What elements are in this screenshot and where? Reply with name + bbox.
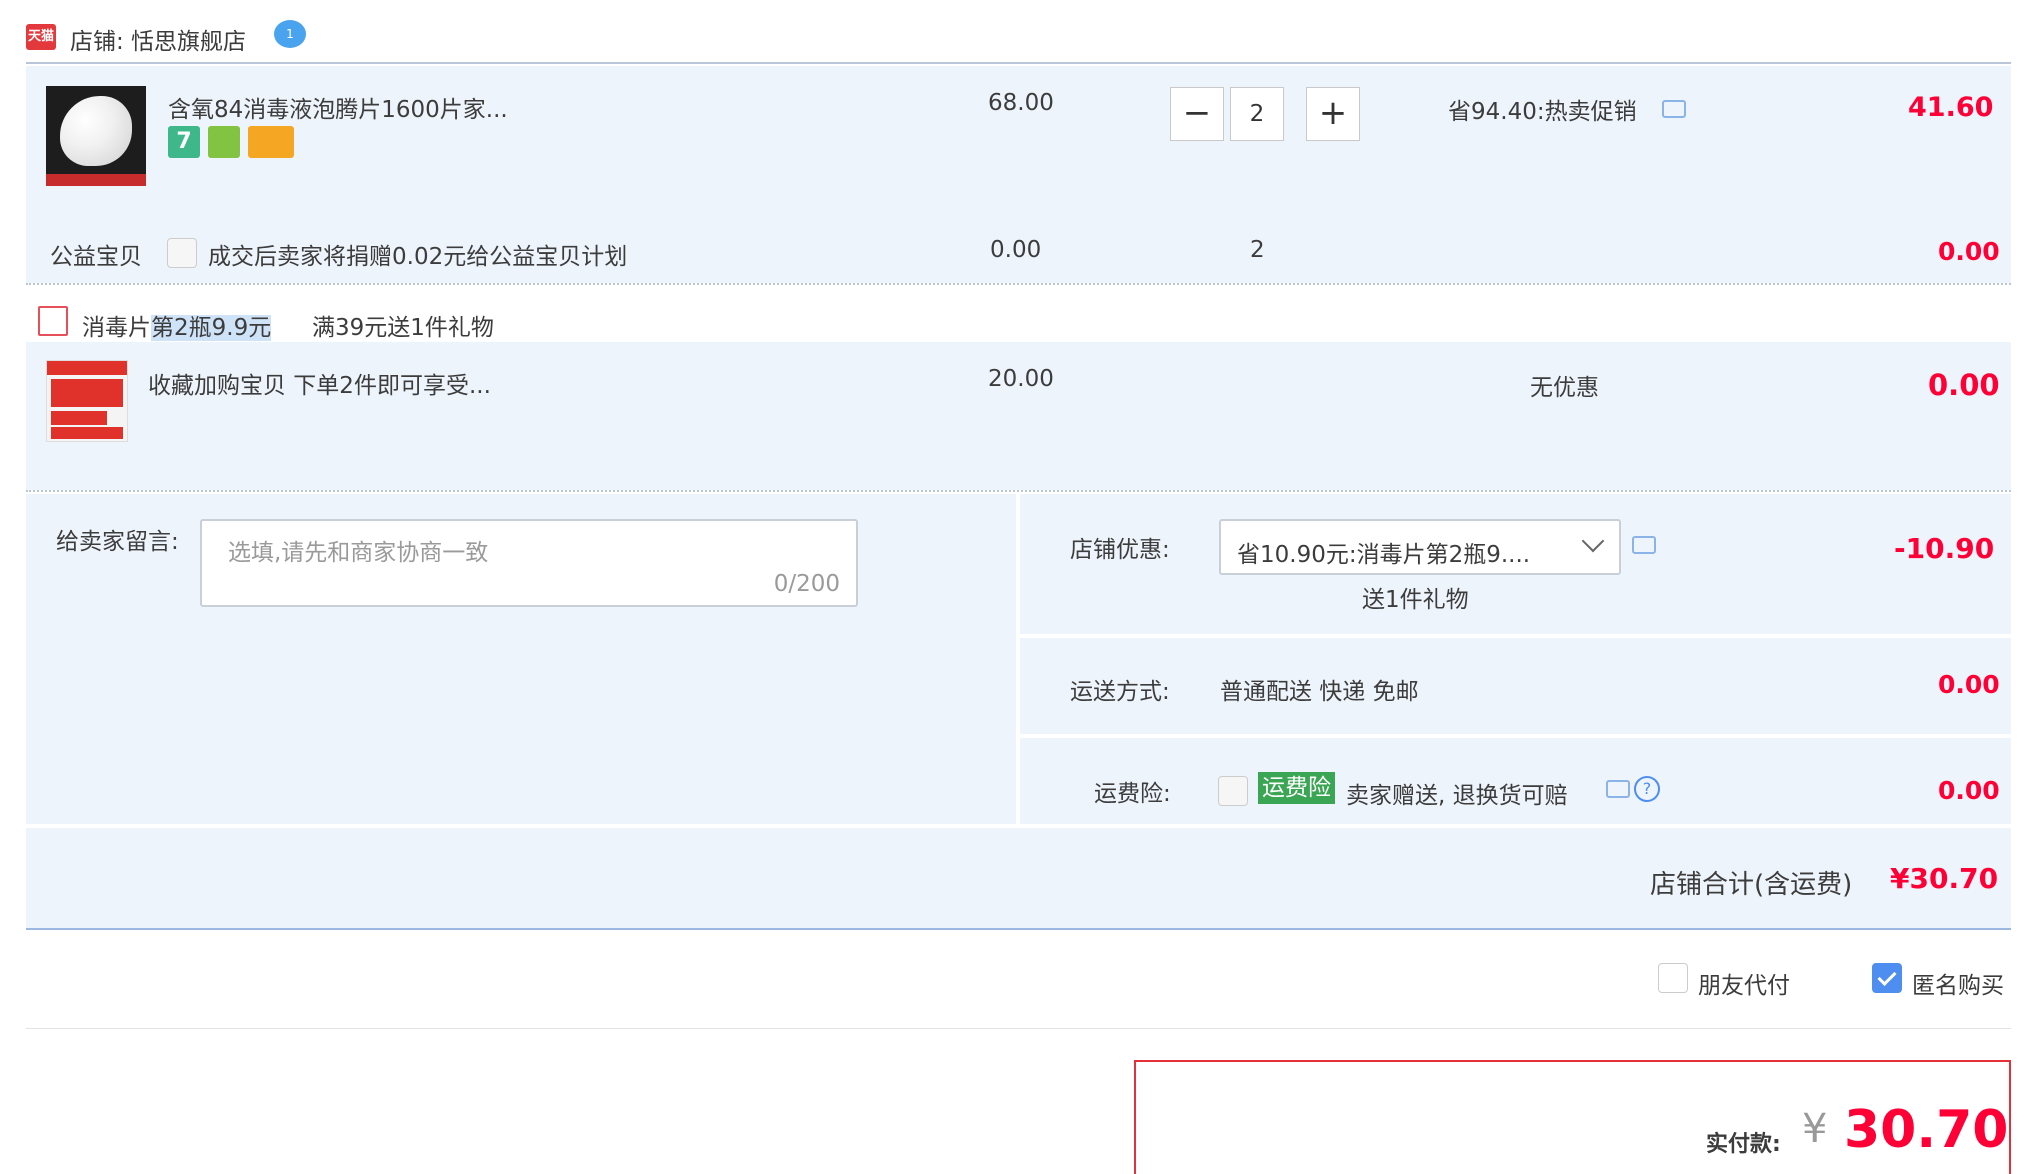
charity-subtotal: 0.00 xyxy=(1938,237,2000,266)
shop-discount-selected: 省10.90元:消毒片第2瓶9.... xyxy=(1237,542,1531,568)
full-gift-text: 满39元送1件礼物 xyxy=(312,315,494,341)
shop-discount-select[interactable]: 省10.90元:消毒片第2瓶9.... xyxy=(1219,519,1621,575)
insurance-amount: 0.00 xyxy=(1938,776,2000,805)
memo-input[interactable]: 选填,请先和商家协商一致 0/200 xyxy=(200,519,858,607)
gift-promo-prefix: 消毒片 xyxy=(82,315,151,341)
shop-discount-sub: 送1件礼物 xyxy=(1362,587,1469,613)
thumb-mid xyxy=(51,379,123,407)
thumb-top xyxy=(47,361,127,375)
payment-label: 实付款: xyxy=(1706,1132,1781,1157)
shop-total-amount: ¥30.70 xyxy=(1890,862,1999,895)
seven-day-return-icon: 7 xyxy=(168,126,200,158)
shipping-value: 普通配送 快递 免邮 xyxy=(1220,679,1419,705)
wangwang-chat-icon[interactable]: 1 xyxy=(274,20,306,48)
friend-pay-checkbox[interactable] xyxy=(1658,963,1688,993)
gift-icon xyxy=(38,306,68,336)
guarantee-icon xyxy=(208,126,240,158)
insurance-tag: 运费险 xyxy=(1258,772,1335,804)
item2-thumbnail[interactable] xyxy=(46,360,128,442)
shipping-label: 运送方式: xyxy=(1070,679,1170,705)
item1-title[interactable]: 含氧84消毒液泡腾片1600片家... xyxy=(168,90,508,124)
discount-comment-icon[interactable] xyxy=(1632,536,1656,554)
insurance-label: 运费险: xyxy=(1094,781,1171,807)
options-divider xyxy=(26,1028,2011,1029)
thumb-bar xyxy=(46,174,146,186)
gift-promo-text: 消毒片第2瓶9.9元 xyxy=(82,308,272,342)
insurance-text: 卖家赠送, 退换货可赔 xyxy=(1346,783,1568,809)
memo-placeholder: 选填,请先和商家协商一致 xyxy=(228,540,489,566)
item-divider-2 xyxy=(26,490,2011,492)
item2-price: 20.00 xyxy=(988,366,1054,392)
memo-counter: 0/200 xyxy=(773,571,840,597)
item2-panel xyxy=(26,342,2011,490)
header-divider xyxy=(26,62,2011,64)
shipping-amount: 0.00 xyxy=(1938,670,2000,699)
item-divider xyxy=(26,283,2011,285)
shop-total-label: 店铺合计(含运费) xyxy=(1650,870,1853,900)
charity-quantity: 2 xyxy=(1250,237,1265,263)
quantity-input[interactable]: 2 xyxy=(1230,87,1284,141)
item2-title[interactable]: 收藏加购宝贝 下单2件即可享受... xyxy=(148,366,491,400)
gift-promo-highlight: 第2瓶9.9元 xyxy=(151,315,272,341)
shop-discount-amount: -10.90 xyxy=(1894,532,1995,565)
charity-checkbox[interactable] xyxy=(167,238,197,268)
quantity-plus-button[interactable]: + xyxy=(1306,87,1360,141)
item1-subtotal: 41.60 xyxy=(1908,92,1994,123)
payment-box: 实付款: ¥ 30.70 xyxy=(1134,1060,2011,1174)
shop-discount-label: 店铺优惠: xyxy=(1070,537,1170,563)
tablets-image xyxy=(60,96,132,166)
shop-name[interactable]: 店铺: 恬思旗舰店 xyxy=(70,22,246,56)
item1-promo: 省94.40:热卖促销 xyxy=(1448,99,1637,125)
charity-label: 公益宝贝 xyxy=(50,244,142,270)
friend-pay-label[interactable]: 朋友代付 xyxy=(1698,966,1790,1000)
item2-subtotal: 0.00 xyxy=(1928,368,2000,402)
item2-promo: 无优惠 xyxy=(1530,375,1599,401)
thumb-mid2 xyxy=(51,411,107,425)
payment-amount: 30.70 xyxy=(1844,1100,2009,1160)
check-icon xyxy=(1877,966,1897,987)
item1-thumbnail[interactable] xyxy=(46,86,146,186)
charity-text: 成交后卖家将捐赠0.02元给公益宝贝计划 xyxy=(208,244,628,270)
thumb-bot xyxy=(51,427,123,439)
quantity-minus-button[interactable]: − xyxy=(1170,87,1224,141)
insurance-comment-icon[interactable] xyxy=(1606,780,1630,798)
payment-currency: ¥ xyxy=(1802,1106,1828,1152)
charity-price: 0.00 xyxy=(990,237,1042,263)
credit-card-icon xyxy=(248,126,294,158)
promo-comment-icon[interactable] xyxy=(1662,100,1686,118)
chevron-down-icon xyxy=(1581,529,1605,553)
anonymous-label[interactable]: 匿名购买 xyxy=(1912,966,2004,1000)
help-icon[interactable]: ? xyxy=(1634,776,1660,802)
insurance-checkbox[interactable] xyxy=(1218,776,1248,806)
item1-price: 68.00 xyxy=(988,90,1054,116)
anonymous-checkbox[interactable] xyxy=(1872,963,1902,993)
memo-label: 给卖家留言: xyxy=(56,529,179,555)
tmall-logo: 天猫 xyxy=(26,24,56,50)
total-divider xyxy=(26,928,2011,930)
